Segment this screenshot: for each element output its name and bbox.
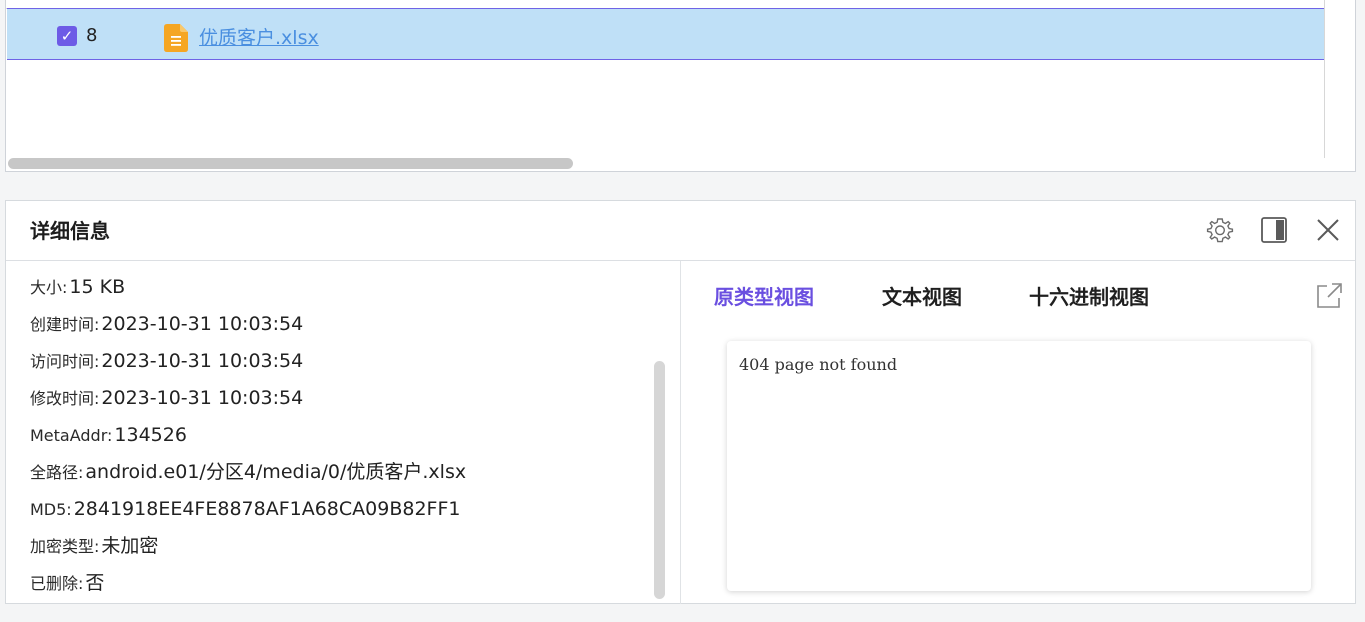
md5-label: MD5: (30, 500, 72, 519)
info-accessed: 访问时间: 2023-10-31 10:03:54 (30, 349, 303, 374)
meta-value: 134526 (114, 424, 187, 446)
tab-hex-view[interactable]: 十六进制视图 (1029, 285, 1149, 309)
file-name-link[interactable]: 优质客户.xlsx (199, 27, 319, 49)
details-header: 详细信息 (6, 201, 1355, 261)
info-deleted: 已删除: 否 (30, 571, 104, 596)
size-value: 15 KB (69, 276, 126, 298)
modified-value: 2023-10-31 10:03:54 (101, 387, 304, 409)
gear-icon[interactable] (1205, 215, 1235, 245)
close-icon[interactable] (1313, 215, 1343, 245)
deleted-label: 已删除: (30, 574, 84, 593)
tab-native-view[interactable]: 原类型视图 (714, 285, 814, 309)
modified-label: 修改时间: (30, 389, 100, 408)
accessed-label: 访问时间: (30, 352, 100, 371)
row-checkbox[interactable]: ✓ (57, 26, 77, 46)
created-value: 2023-10-31 10:03:54 (101, 313, 304, 335)
meta-label: MetaAddr: (30, 426, 113, 445)
split-panel-icon[interactable] (1259, 215, 1289, 245)
info-size: 大小: 15 KB (30, 275, 125, 300)
info-meta-addr: MetaAddr: 134526 (30, 423, 187, 448)
md5-value: 2841918EE4FE8878AF1A68CA09B82FF1 (73, 498, 461, 520)
info-created: 创建时间: 2023-10-31 10:03:54 (30, 312, 303, 337)
table-row[interactable]: ✓ 8 优质客户.xlsx (7, 8, 1324, 60)
details-title: 详细信息 (30, 219, 110, 243)
file-list: ✓ 8 优质客户.xlsx (5, 0, 1356, 172)
info-md5: MD5: 2841918EE4FE8878AF1A68CA09B82FF1 (30, 497, 461, 522)
horizontal-scrollbar[interactable] (8, 158, 573, 169)
enc-label: 加密类型: (30, 537, 100, 556)
path-label: 全路径: (30, 463, 84, 482)
info-full-path: 全路径: android.e01/分区4/media/0/优质客户.xlsx (30, 460, 466, 485)
preview-pane: 原类型视图 文本视图 十六进制视图 404 page not found (682, 261, 1355, 604)
preview-text: 404 page not found (739, 355, 898, 374)
enc-value: 未加密 (101, 535, 159, 557)
info-pane: 大小: 15 KB 创建时间: 2023-10-31 10:03:54 访问时间: 2… (6, 261, 681, 604)
size-label: 大小: (30, 278, 68, 297)
spreadsheet-file-icon (164, 24, 188, 52)
deleted-value: 否 (85, 572, 105, 594)
column-divider (1324, 0, 1325, 158)
info-encryption: 加密类型: 未加密 (30, 534, 158, 559)
row-index: 8 (86, 25, 98, 46)
path-value: android.e01/分区4/media/0/优质客户.xlsx (85, 461, 467, 483)
preview-card: 404 page not found (727, 341, 1311, 591)
info-modified: 修改时间: 2023-10-31 10:03:54 (30, 386, 303, 411)
accessed-value: 2023-10-31 10:03:54 (101, 350, 304, 372)
created-label: 创建时间: (30, 315, 100, 334)
vertical-scrollbar[interactable] (654, 361, 665, 599)
details-panel: 详细信息 大小: 15 KB 创建时间: 2023-10-31 10:03:54… (5, 200, 1356, 604)
tab-text-view[interactable]: 文本视图 (882, 285, 962, 309)
open-external-icon[interactable] (1314, 281, 1344, 311)
